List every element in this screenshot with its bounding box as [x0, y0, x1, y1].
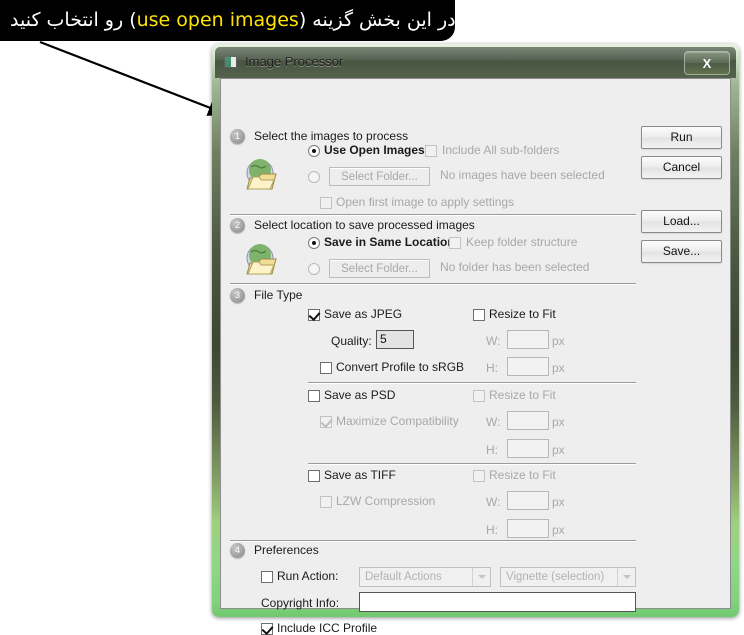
- annotation-text-before: در این بخش گزینه (: [298, 9, 455, 31]
- section-2-title: Select location to save processed images: [254, 218, 475, 232]
- label-open-first-image: Open first image to apply settings: [336, 195, 515, 209]
- radio-select-folder-2[interactable]: [308, 263, 320, 275]
- settings-panel: 1 Select the images to process Use Open …: [228, 85, 638, 635]
- image-processor-window: Image Processor X 1 Select the images to…: [212, 44, 739, 635]
- close-icon[interactable]: X: [684, 51, 730, 75]
- select-folder-button-2[interactable]: Select Folder...: [329, 259, 430, 278]
- load-button[interactable]: Load...: [641, 210, 722, 233]
- label-tiff-width-unit: px: [552, 495, 565, 509]
- label-tiff-height: H:: [486, 523, 498, 537]
- label-jpeg-width: W:: [486, 334, 501, 348]
- checkbox-save-as-psd[interactable]: [308, 390, 320, 402]
- select-folder-button-1[interactable]: Select Folder...: [329, 167, 430, 186]
- section-4-title: Preferences: [254, 543, 319, 557]
- checkbox-open-first-image[interactable]: [320, 197, 332, 209]
- tiff-width-input[interactable]: [507, 491, 549, 510]
- radio-select-folder-1[interactable]: [308, 171, 320, 183]
- jpeg-width-input[interactable]: [507, 330, 549, 349]
- checkbox-maximize-compatibility[interactable]: [320, 416, 332, 428]
- window-titlebar[interactable]: Image Processor X: [215, 47, 736, 78]
- psd-width-input[interactable]: [507, 411, 549, 430]
- select-action[interactable]: Vignette (selection): [500, 567, 636, 587]
- checkbox-save-as-jpeg[interactable]: [308, 309, 320, 321]
- label-save-same-location: Save in Same Location: [324, 235, 455, 249]
- label-tiff-resize-to-fit: Resize to Fit: [489, 468, 556, 482]
- label-psd-width-unit: px: [552, 415, 565, 429]
- checkbox-keep-folder-structure[interactable]: [449, 237, 461, 249]
- checkbox-include-subfolders[interactable]: [425, 145, 437, 157]
- checkbox-psd-resize-to-fit[interactable]: [473, 390, 485, 402]
- label-save-as-psd: Save as PSD: [324, 388, 396, 402]
- save-button[interactable]: Save...: [641, 240, 722, 263]
- radio-save-same-location[interactable]: [308, 237, 320, 249]
- divider-3: [230, 540, 636, 541]
- divider-2: [230, 283, 636, 284]
- annotation-text-after: ) رو انتخاب کنید: [10, 9, 137, 31]
- label-use-open-images: Use Open Images: [324, 143, 425, 157]
- copyright-info-input[interactable]: [359, 592, 636, 612]
- label-tiff-width: W:: [486, 495, 501, 509]
- image-processor-icon: [224, 56, 237, 68]
- checkbox-jpeg-resize-to-fit[interactable]: [473, 309, 485, 321]
- psd-height-input[interactable]: [507, 439, 549, 458]
- annotation-callout: در این بخش گزینه (use open images) رو ان…: [0, 0, 455, 41]
- section-3-title: File Type: [254, 288, 303, 302]
- label-psd-height: H:: [486, 443, 498, 457]
- status-no-folder-selected: No folder has been selected: [440, 260, 590, 274]
- status-no-images-selected: No images have been selected: [440, 168, 605, 182]
- label-save-as-jpeg: Save as JPEG: [324, 307, 403, 321]
- chevron-down-icon-action-set[interactable]: [472, 568, 490, 586]
- annotation-text: در این بخش گزینه (use open images) رو ان…: [10, 11, 455, 30]
- label-include-icc-profile: Include ICC Profile: [277, 621, 378, 635]
- label-include-subfolders: Include All sub-folders: [442, 143, 560, 157]
- section-2-badge: 2: [230, 218, 245, 233]
- label-maximize-compatibility: Maximize Compatibility: [336, 414, 459, 428]
- label-tiff-height-unit: px: [552, 523, 565, 537]
- dialog-client-area: 1 Select the images to process Use Open …: [220, 78, 731, 635]
- cancel-button[interactable]: Cancel: [641, 156, 722, 179]
- label-jpeg-width-unit: px: [552, 334, 565, 348]
- select-action-set[interactable]: Default Actions: [359, 567, 491, 587]
- annotation-highlight: use open images: [136, 9, 299, 31]
- label-jpeg-quality: Quality:: [331, 334, 372, 348]
- section-3-badge: 3: [230, 288, 245, 303]
- jpeg-height-input[interactable]: [507, 357, 549, 376]
- label-run-action: Run Action:: [277, 569, 339, 583]
- folder-globe-icon-2: [246, 244, 277, 275]
- run-button[interactable]: Run: [641, 126, 722, 149]
- label-psd-width: W:: [486, 415, 501, 429]
- checkbox-save-as-tiff[interactable]: [308, 470, 320, 482]
- checkbox-lzw-compression[interactable]: [320, 496, 332, 508]
- divider-jpeg-psd: [308, 382, 636, 383]
- label-psd-resize-to-fit: Resize to Fit: [489, 388, 556, 402]
- label-copyright-info: Copyright Info:: [261, 596, 340, 610]
- select-action-set-value: Default Actions: [365, 571, 442, 583]
- tiff-height-input[interactable]: [507, 519, 549, 538]
- section-4-badge: 4: [230, 543, 245, 558]
- checkbox-run-action[interactable]: [261, 571, 273, 583]
- folder-globe-icon-1: [246, 159, 277, 190]
- label-jpeg-resize-to-fit: Resize to Fit: [489, 307, 556, 321]
- window-title: Image Processor: [245, 54, 344, 69]
- divider-1: [230, 214, 636, 215]
- checkbox-tiff-resize-to-fit[interactable]: [473, 470, 485, 482]
- section-1-badge: 1: [230, 129, 245, 144]
- label-lzw-compression: LZW Compression: [336, 494, 436, 508]
- jpeg-quality-input[interactable]: 5: [376, 330, 414, 349]
- select-action-value: Vignette (selection): [506, 571, 605, 583]
- label-jpeg-height: H:: [486, 361, 498, 375]
- section-1-title: Select the images to process: [254, 129, 409, 143]
- label-psd-height-unit: px: [552, 443, 565, 457]
- label-keep-folder-structure: Keep folder structure: [466, 235, 578, 249]
- label-jpeg-height-unit: px: [552, 361, 565, 375]
- label-convert-profile-srgb: Convert Profile to sRGB: [336, 360, 465, 374]
- checkbox-include-icc-profile[interactable]: [261, 623, 273, 635]
- label-save-as-tiff: Save as TIFF: [324, 468, 396, 482]
- radio-use-open-images[interactable]: [308, 145, 320, 157]
- checkbox-convert-profile-srgb[interactable]: [320, 362, 332, 374]
- divider-psd-tiff: [308, 463, 636, 464]
- chevron-down-icon-action[interactable]: [617, 568, 635, 586]
